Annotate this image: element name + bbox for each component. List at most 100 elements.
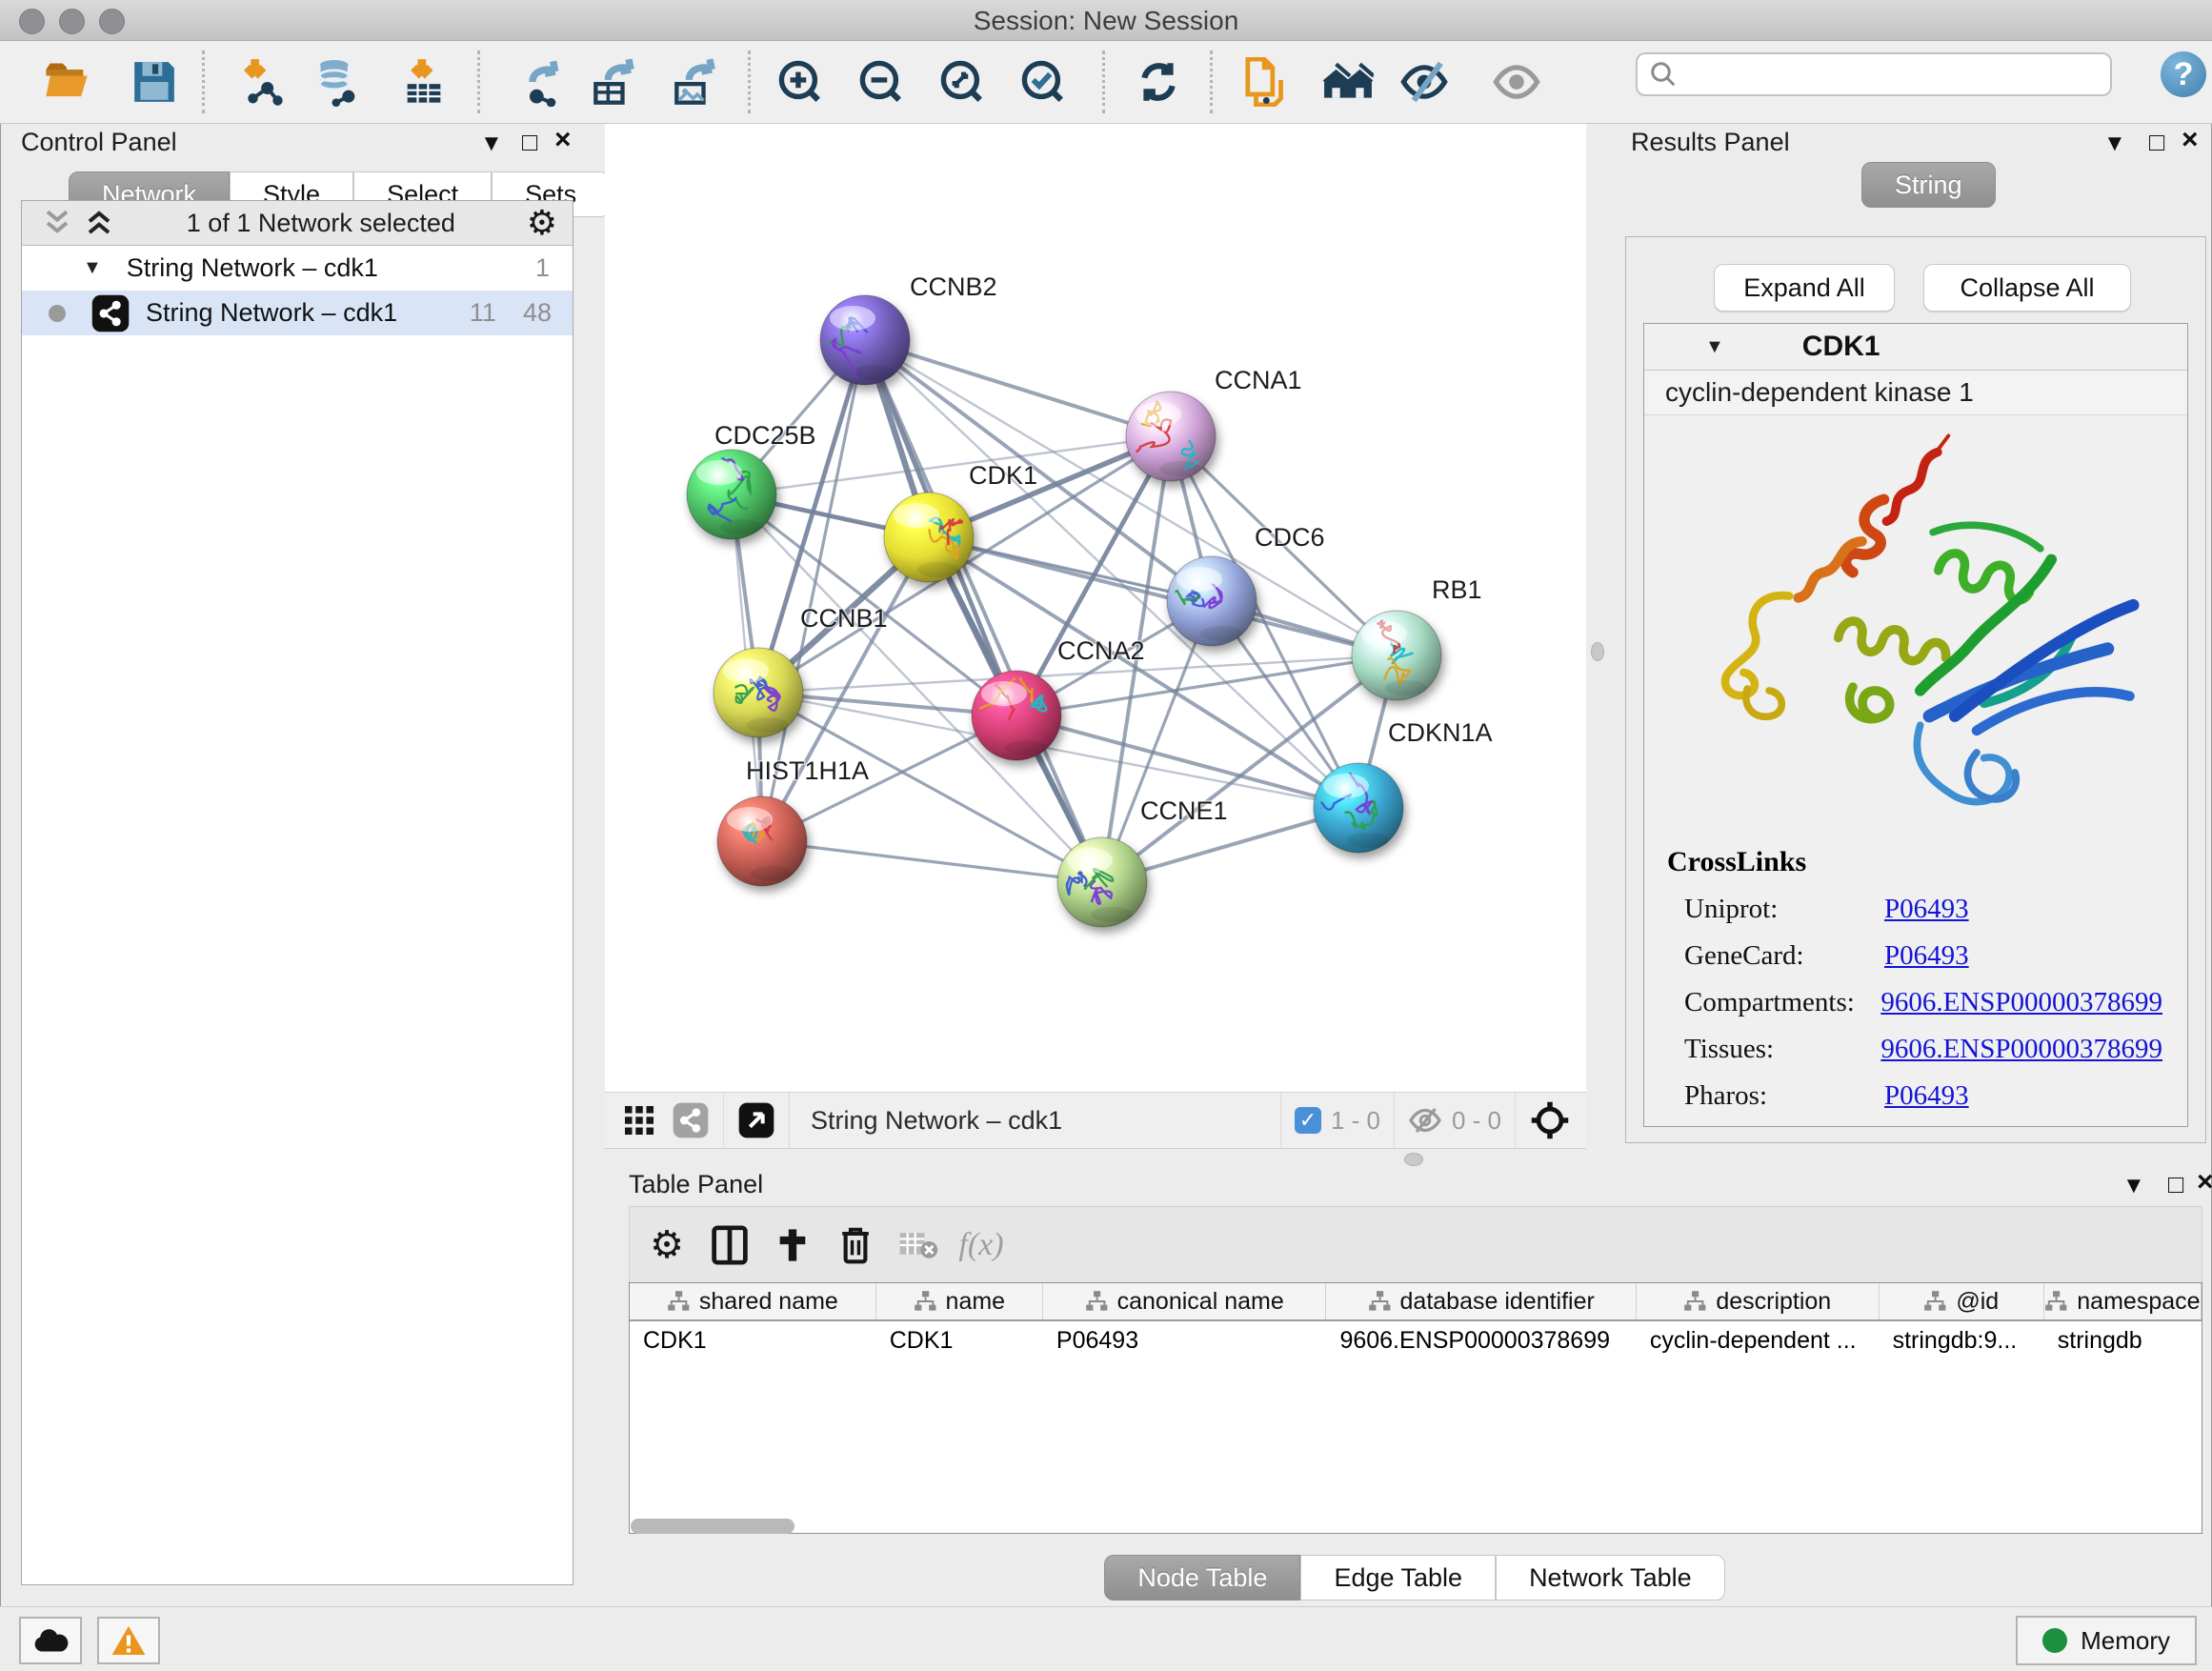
node-RB1[interactable] xyxy=(1352,611,1441,700)
hidden-eye-icon[interactable] xyxy=(1408,1103,1442,1137)
help-button[interactable]: ? xyxy=(2161,51,2206,97)
node-result-caret-icon[interactable]: ▼ xyxy=(1705,336,1724,358)
cloud-button[interactable] xyxy=(19,1617,82,1664)
search-input[interactable] xyxy=(1678,59,2110,91)
node-CDC6[interactable] xyxy=(1162,556,1257,646)
copy-documents-button[interactable] xyxy=(1236,54,1289,110)
function-builder-icon[interactable]: f(x) xyxy=(950,1215,1013,1276)
node-HIST1H1A[interactable] xyxy=(717,796,807,886)
network-row-selected[interactable]: String Network – cdk1 11 48 xyxy=(22,291,573,335)
network-options-gear-icon[interactable]: ⚙ xyxy=(527,203,557,243)
delete-column-trash-icon[interactable] xyxy=(824,1215,887,1276)
results-panel-float-icon[interactable]: □ xyxy=(2149,128,2164,156)
export-network-button[interactable] xyxy=(518,54,572,110)
node-CCNB2[interactable] xyxy=(815,295,910,386)
protein-network-graph[interactable]: CCNB2CCNA1CDC25BCDK1CDC6RB1CCNB1CCNA2CDK… xyxy=(605,124,1586,1092)
save-session-button[interactable] xyxy=(128,54,181,110)
network-collection-row[interactable]: ▼ String Network – cdk1 1 xyxy=(22,246,573,291)
table-panel-float-icon[interactable]: □ xyxy=(2168,1170,2183,1198)
node-CCNB1[interactable] xyxy=(714,648,803,737)
collection-caret-icon[interactable]: ▼ xyxy=(83,257,102,279)
node-result-description: cyclin-dependent kinase 1 xyxy=(1644,371,2187,415)
tab-edge-table[interactable]: Edge Table xyxy=(1300,1555,1496,1601)
crosslink-link[interactable]: 9606.ENSP00000378699 xyxy=(1880,987,2162,1018)
edge-CCNB2-CCNE1[interactable] xyxy=(865,340,1102,882)
import-network-from-file-button[interactable] xyxy=(232,54,286,110)
cell-description[interactable]: cyclin-dependent ... xyxy=(1637,1321,1880,1359)
expand-all-button[interactable]: Expand All xyxy=(1714,264,1895,312)
zoom-selected-button[interactable] xyxy=(1016,54,1070,110)
open-session-button[interactable] xyxy=(40,54,93,110)
column-header-canonical-name[interactable]: canonical name xyxy=(1043,1283,1327,1319)
horizontal-splitter-handle[interactable] xyxy=(1404,1153,1423,1166)
add-column-icon[interactable] xyxy=(761,1215,824,1276)
cell-namespace[interactable]: stringdb xyxy=(2044,1321,2202,1359)
search-field[interactable] xyxy=(1636,52,2112,96)
show-columns-icon[interactable] xyxy=(698,1215,761,1276)
zoom-out-button[interactable] xyxy=(855,54,908,110)
export-table-button[interactable] xyxy=(590,54,643,110)
edge-CDK1-RB1[interactable] xyxy=(929,537,1397,655)
zoom-fit-button[interactable] xyxy=(935,54,989,110)
cell-shared-name[interactable]: CDK1 xyxy=(630,1321,876,1359)
crosslink-link[interactable]: P06493 xyxy=(1884,940,1969,972)
cell-name[interactable]: CDK1 xyxy=(876,1321,1043,1359)
node-result-header[interactable]: ▼ CDK1 xyxy=(1644,324,2187,371)
cell-id[interactable]: stringdb:9... xyxy=(1880,1321,2044,1359)
import-table-button[interactable] xyxy=(397,54,451,110)
column-header-namespace[interactable]: namespace xyxy=(2044,1283,2202,1319)
table-settings-gear-icon[interactable]: ⚙ xyxy=(635,1215,698,1276)
memory-button[interactable]: Memory xyxy=(2016,1616,2197,1665)
network-share-toggle-icon[interactable] xyxy=(672,1101,710,1139)
tab-network-table[interactable]: Network Table xyxy=(1496,1555,1725,1601)
node-CCNA1[interactable] xyxy=(1126,392,1216,481)
crosslink-link[interactable]: P06493 xyxy=(1884,1080,1969,1112)
crosshair-icon[interactable] xyxy=(1529,1099,1571,1141)
crosslink-link[interactable]: 9606.ENSP00000378699 xyxy=(1880,1034,2162,1065)
selected-checkbox-icon[interactable]: ✓ xyxy=(1295,1107,1321,1134)
edge-HIST1H1A-CCNE1[interactable] xyxy=(762,841,1102,882)
node-CDK1[interactable] xyxy=(884,493,974,582)
control-panel-close-icon[interactable]: × xyxy=(554,126,572,154)
column-header-shared-name[interactable]: shared name xyxy=(630,1283,876,1319)
control-panel-menu-caret-icon[interactable]: ▼ xyxy=(480,130,503,158)
node-CCNA2[interactable] xyxy=(972,671,1061,760)
tab-string[interactable]: String xyxy=(1861,162,1996,208)
network-view-canvas[interactable]: CCNB2CCNA1CDC25BCDK1CDC6RB1CCNB1CCNA2CDK… xyxy=(605,124,1586,1092)
zoom-in-button[interactable] xyxy=(774,54,827,110)
edge-CCNB2-CCNB1[interactable] xyxy=(758,340,865,693)
expand-all-chevron-icon[interactable] xyxy=(41,209,73,237)
vertical-splitter-handle[interactable] xyxy=(1591,642,1604,661)
warnings-button[interactable] xyxy=(97,1617,160,1664)
cell-database-identifier[interactable]: 9606.ENSP00000378699 xyxy=(1326,1321,1636,1359)
table-horizontal-scrollbar[interactable] xyxy=(631,1519,794,1534)
network-label: String Network – cdk1 xyxy=(146,298,470,328)
export-image-button[interactable] xyxy=(671,54,724,110)
table-panel-close-icon[interactable]: × xyxy=(2197,1168,2212,1197)
column-header-database-identifier[interactable]: database identifier xyxy=(1326,1283,1636,1319)
delete-table-icon[interactable] xyxy=(887,1215,950,1276)
neighborhood-houses-button[interactable] xyxy=(1321,54,1375,110)
cell-canonical-name[interactable]: P06493 xyxy=(1043,1321,1327,1359)
birdseye-view-icon[interactable] xyxy=(737,1101,775,1139)
results-panel-menu-caret-icon[interactable]: ▼ xyxy=(2103,130,2126,158)
grid-view-icon[interactable] xyxy=(622,1103,656,1137)
column-header-id[interactable]: @id xyxy=(1880,1283,2044,1319)
crosslink-link[interactable]: P06493 xyxy=(1884,894,1969,925)
collapse-all-button[interactable]: Collapse All xyxy=(1923,264,2131,312)
node-CCNE1[interactable] xyxy=(1057,837,1147,927)
edge-CCNA2-CDKN1A[interactable] xyxy=(1016,715,1358,808)
edge-CCNB2-CCNA1[interactable] xyxy=(865,340,1171,436)
collapse-all-chevron-icon[interactable] xyxy=(83,209,115,237)
table-row[interactable]: CDK1CDK1P064939606.ENSP00000378699cyclin… xyxy=(630,1321,2202,1359)
column-header-name[interactable]: name xyxy=(876,1283,1043,1319)
redraw-network-button[interactable] xyxy=(1132,54,1185,110)
hide-selected-button[interactable] xyxy=(1398,54,1451,110)
import-network-from-database-button[interactable] xyxy=(312,54,365,110)
column-header-description[interactable]: description xyxy=(1637,1283,1880,1319)
show-all-button[interactable] xyxy=(1490,54,1543,110)
tab-node-table[interactable]: Node Table xyxy=(1104,1555,1300,1601)
results-panel-close-icon[interactable]: × xyxy=(2182,126,2199,154)
control-panel-float-icon[interactable]: □ xyxy=(522,128,537,156)
table-panel-menu-caret-icon[interactable]: ▼ xyxy=(2122,1172,2145,1200)
